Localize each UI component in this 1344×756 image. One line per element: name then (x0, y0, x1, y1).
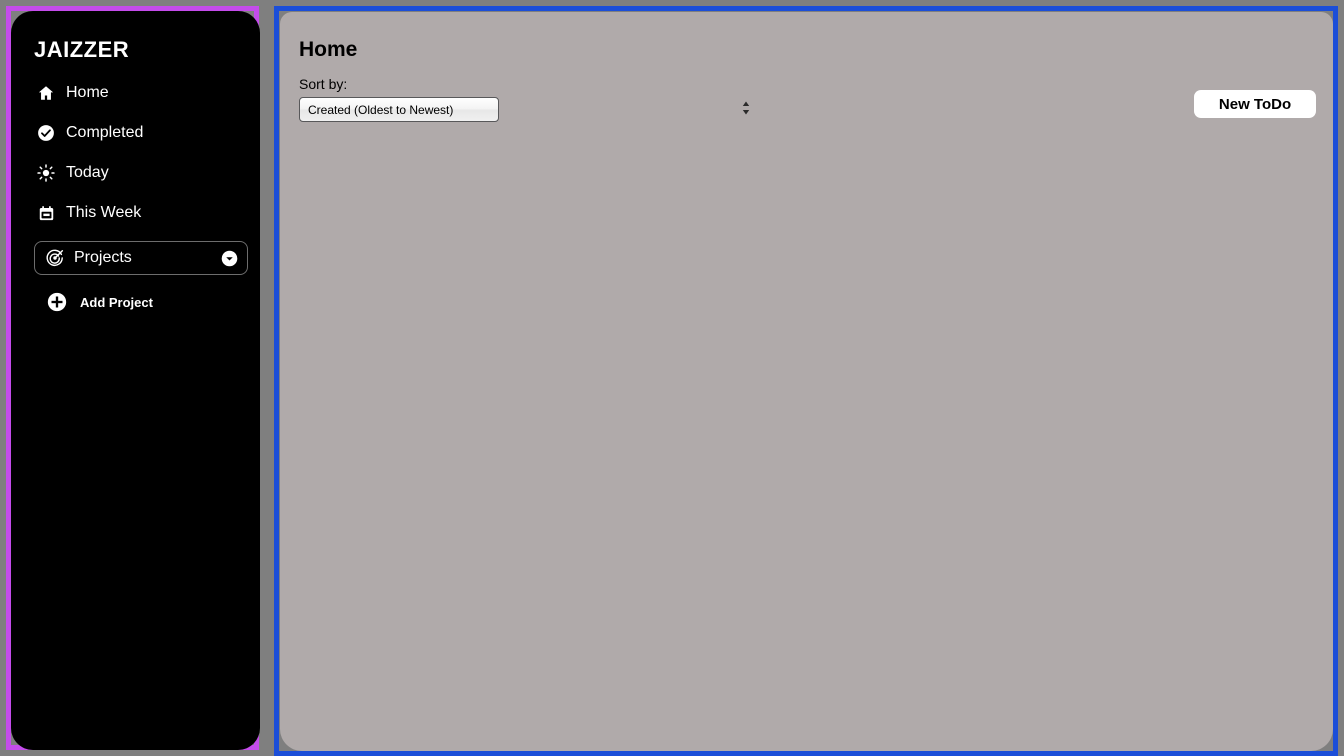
check-circle-icon (36, 123, 56, 143)
sidebar-item-today[interactable]: Today (11, 153, 260, 193)
sidebar-item-home-label: Home (66, 84, 109, 101)
sidebar-item-projects[interactable]: Projects (34, 241, 248, 275)
sidebar-nav-list: Home Completed Today This Week (11, 63, 260, 233)
calendar-icon (36, 203, 56, 223)
sort-by-label: Sort by: (299, 76, 348, 92)
page-title: Home (299, 38, 358, 61)
sidebar-item-completed[interactable]: Completed (11, 113, 260, 153)
home-icon (36, 83, 56, 103)
sidebar: JAIZZER Home Completed Today This Week P… (11, 11, 260, 750)
sidebar-item-projects-label: Projects (74, 249, 132, 266)
sidebar-item-today-label: Today (66, 164, 109, 181)
stepper-arrows-icon (741, 100, 751, 116)
main-content-panel: Home Sort by: Created (Oldest to Newest)… (280, 12, 1333, 751)
sun-icon (36, 163, 56, 183)
new-todo-button[interactable]: New ToDo (1194, 90, 1316, 118)
add-project-button[interactable]: Add Project (11, 285, 260, 319)
sidebar-item-this-week-label: This Week (66, 204, 142, 221)
app-brand-title: JAIZZER (34, 37, 130, 62)
sort-by-select[interactable]: Created (Oldest to Newest)Created (Newes… (299, 97, 499, 122)
target-icon (45, 248, 65, 268)
chevron-down-icon[interactable] (220, 249, 238, 267)
sidebar-item-completed-label: Completed (66, 124, 144, 141)
sidebar-item-this-week[interactable]: This Week (11, 193, 260, 233)
plus-circle-icon (46, 292, 67, 313)
toolbar: Sort by: Created (Oldest to Newest)Creat… (280, 62, 1333, 132)
add-project-label: Add Project (80, 294, 153, 310)
sidebar-item-home[interactable]: Home (11, 73, 260, 113)
